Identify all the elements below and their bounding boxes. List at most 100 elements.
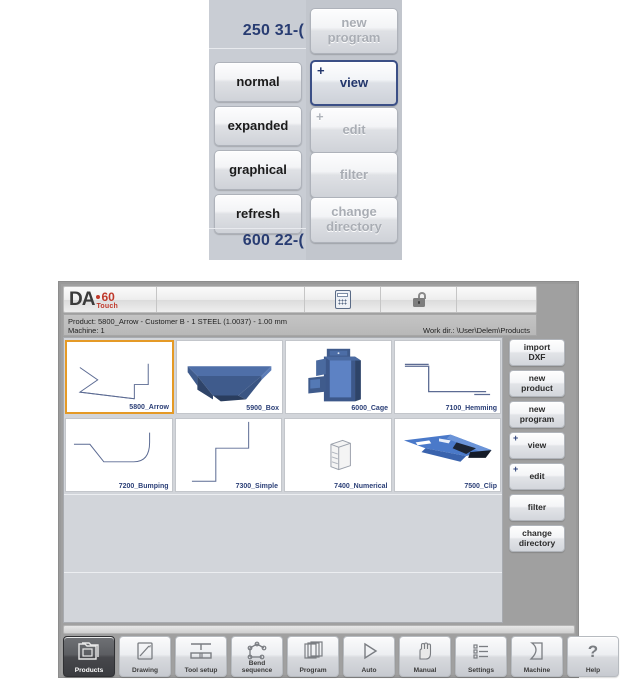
product-tile-label: 7300_Simple [235, 483, 278, 490]
nav-button-products[interactable]: Products [63, 636, 115, 677]
new-product-button[interactable]: new product [509, 370, 565, 397]
da-touch-logo: DA 60 Touch [64, 287, 156, 312]
floating-panel-right-column: new program + view + edit filter change … [306, 0, 402, 260]
floating-panel-left-column: 250 31-( normal expanded graphical refre… [209, 0, 306, 260]
product-tile-label: 7200_Bumping [118, 483, 169, 490]
product-info-line: Product: 5800_Arrow - Customer B - 1 STE… [68, 317, 287, 326]
status-strip [63, 625, 575, 634]
logo-dot-icon [96, 294, 101, 299]
nav-button-settings[interactable]: Settings [455, 636, 507, 677]
edit-rail-plus-icon: + [513, 464, 519, 474]
product-tile-label: 6000_Cage [351, 405, 388, 412]
logo-touch-text: Touch [96, 303, 118, 310]
view-mode-graphical-button[interactable]: graphical [214, 150, 302, 190]
nav-label-program: Program [299, 667, 327, 675]
press-tool-icon [176, 640, 226, 662]
solid-box-thumbnail [177, 341, 282, 413]
product-row-3-empty[interactable] [64, 494, 502, 572]
question-mark-icon: ? [587, 641, 599, 661]
product-tile-7400-numerical[interactable]: 7400_Numerical [284, 418, 392, 492]
bottom-navigation-bar: Products Drawing Tool setup Bend sequenc… [63, 636, 619, 677]
header-tail-segment [456, 287, 536, 312]
product-row-2: 7200_Bumping 7300_Simple 7400_Numerical … [64, 416, 502, 494]
nav-button-auto[interactable]: Auto [343, 636, 395, 677]
bend-sequence-icon [232, 640, 282, 662]
view-button[interactable]: + view [310, 60, 398, 106]
product-tile-label: 7400_Numerical [334, 483, 388, 490]
change-directory-rail-label-line1: change [522, 527, 552, 538]
edit-rail-label: edit [529, 470, 545, 481]
change-directory-button[interactable]: change directory [310, 197, 398, 243]
filter-rail-label: filter [527, 501, 547, 512]
nav-label-help: Help [585, 667, 601, 675]
nav-button-machine[interactable]: Machine [511, 636, 563, 677]
import-dxf-label-line1: import [523, 341, 551, 352]
filter-button[interactable]: filter [310, 152, 398, 198]
nav-label-tool-setup: Tool setup [184, 667, 218, 675]
product-list[interactable]: 5800_Arrow 5900_Box 6000_Cage 7100_Hemmi… [63, 337, 503, 623]
nav-label-machine: Machine [523, 667, 551, 675]
calculator-button[interactable] [304, 287, 380, 312]
edit-button-rail[interactable]: + edit [509, 463, 565, 490]
value-row-bottom: 600 22-( [242, 232, 304, 249]
filter-button-rail[interactable]: filter [509, 494, 565, 521]
product-tile-7200-bumping[interactable]: 7200_Bumping [65, 418, 173, 492]
edit-plus-icon: + [316, 109, 324, 124]
header-blank-segment [156, 287, 304, 312]
nav-label-auto: Auto [361, 667, 377, 675]
view-mode-normal-button[interactable]: normal [214, 62, 302, 102]
unlocked-padlock-icon [412, 292, 426, 307]
nav-button-program[interactable]: Program [287, 636, 339, 677]
product-tile-7300-simple[interactable]: 7300_Simple [174, 418, 282, 492]
nav-button-help[interactable]: ? Help [567, 636, 619, 677]
view-rail-plus-icon: + [513, 433, 519, 443]
filter-label: filter [339, 166, 369, 182]
new-program-rail-label-line1: new [528, 403, 546, 414]
change-directory-button-rail[interactable]: change directory [509, 525, 565, 552]
view-mode-expanded-button[interactable]: expanded [214, 106, 302, 146]
product-tile-5900-box[interactable]: 5900_Box [176, 340, 283, 414]
product-tile-5800-arrow[interactable]: 5800_Arrow [65, 340, 174, 414]
logo-60-text: 60 [101, 290, 115, 304]
hand-icon [400, 640, 450, 662]
new-program-rail-label-line2: program [519, 413, 555, 424]
new-product-label-line1: new [528, 372, 546, 383]
new-product-label-line2: product [521, 382, 553, 393]
nav-button-drawing[interactable]: Drawing [119, 636, 171, 677]
nav-button-manual[interactable]: Manual [399, 636, 451, 677]
product-tile-label: 5800_Arrow [129, 404, 169, 411]
nav-label-manual: Manual [413, 667, 437, 675]
value-row-top: 250 31-( [242, 22, 304, 39]
nav-label-drawing: Drawing [131, 667, 158, 675]
side-action-rail: import DXF new product new program + vie… [505, 337, 575, 623]
logo-da-text: DA [69, 288, 95, 310]
new-program-button[interactable]: new program [310, 8, 398, 54]
nav-button-bend-sequence[interactable]: Bend sequence [231, 636, 283, 677]
machine-info-line: Machine: 1 [68, 326, 105, 335]
folder-icon [64, 640, 114, 662]
lock-button[interactable] [380, 287, 456, 312]
divider-bottom [209, 228, 306, 229]
divider-top [209, 48, 306, 49]
profile-arrow-thumbnail [67, 342, 172, 412]
new-program-button-rail[interactable]: new program [509, 401, 565, 428]
change-directory-label-line2: directory [326, 219, 382, 234]
view-button-rail[interactable]: + view [509, 432, 565, 459]
profile-bumping-thumbnail [66, 419, 172, 491]
work-directory-line: Work dir.: \User\Delem\Products [423, 326, 530, 335]
nav-label-bend-sequence: Bend sequence [232, 660, 282, 675]
product-tile-7100-hemming[interactable]: 7100_Hemming [394, 340, 501, 414]
calculator-icon [334, 290, 351, 309]
import-dxf-button[interactable]: import DXF [509, 339, 565, 366]
play-triangle-icon [344, 640, 394, 662]
floating-options-panel: 250 31-( normal expanded graphical refre… [209, 0, 402, 260]
view-label: view [339, 74, 369, 90]
nav-button-tool-setup[interactable]: Tool setup [175, 636, 227, 677]
edit-button[interactable]: + edit [310, 107, 398, 153]
product-tile-7500-clip[interactable]: 7500_Clip [393, 418, 501, 492]
product-tile-6000-cage[interactable]: 6000_Cage [285, 340, 392, 414]
profile-hemming-thumbnail [395, 341, 500, 413]
nav-label-bend-sequence-line2: sequence [241, 667, 273, 675]
new-program-label-line2: program [327, 30, 381, 45]
product-tile-label: 7500_Clip [464, 483, 497, 490]
